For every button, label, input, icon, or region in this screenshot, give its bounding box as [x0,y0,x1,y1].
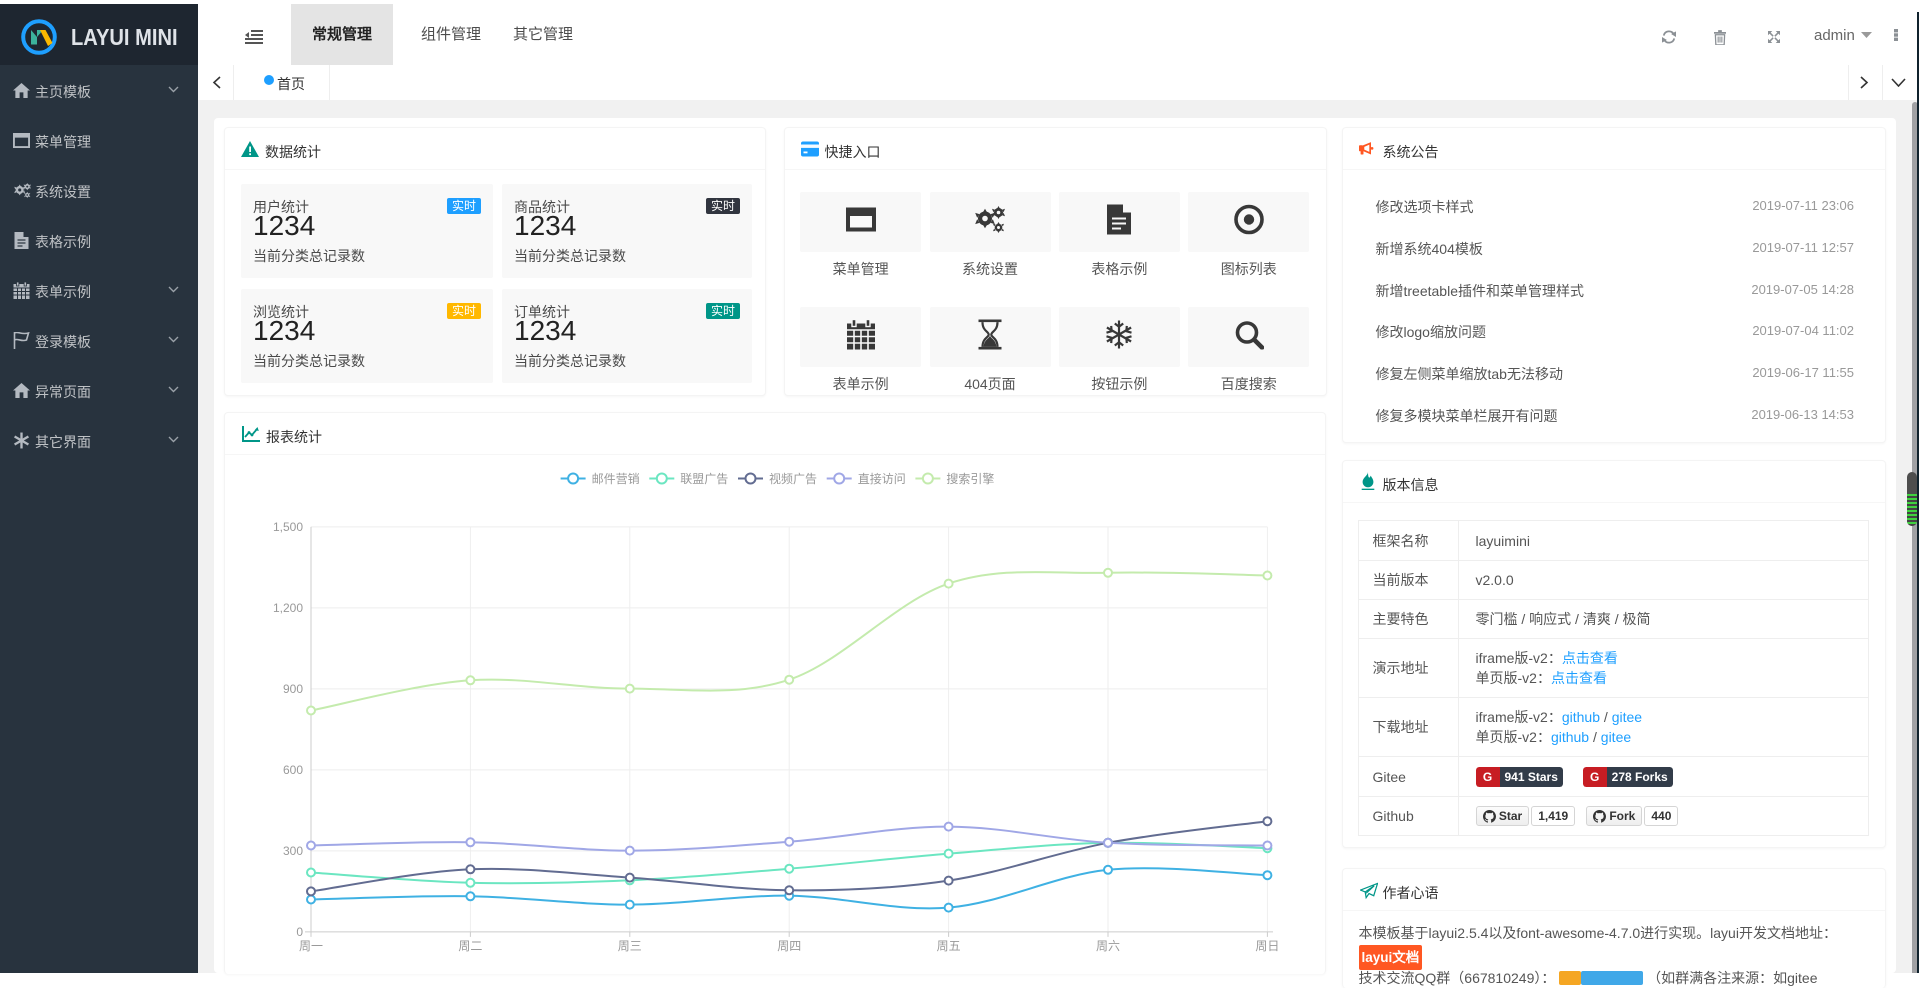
svg-text:周日: 周日 [1255,939,1279,953]
svg-text:周五: 周五 [937,939,961,953]
svg-text:周四: 周四 [777,939,801,953]
svg-text:1,500: 1,500 [273,519,303,533]
svg-text:直接访问: 直接访问 [858,470,906,485]
svg-text:周一: 周一 [299,939,323,953]
svg-text:周六: 周六 [1096,939,1120,953]
svg-text:0: 0 [296,924,303,938]
svg-text:1,200: 1,200 [273,600,303,614]
svg-text:邮件营销: 邮件营销 [592,471,640,485]
svg-text:600: 600 [283,762,303,776]
svg-text:周三: 周三 [618,939,642,953]
svg-text:联盟广告: 联盟广告 [680,471,728,485]
svg-text:搜索引擎: 搜索引擎 [946,470,994,485]
svg-text:300: 300 [283,843,303,857]
svg-text:900: 900 [283,681,303,695]
svg-text:周二: 周二 [458,939,482,953]
svg-text:视频广告: 视频广告 [769,470,817,485]
